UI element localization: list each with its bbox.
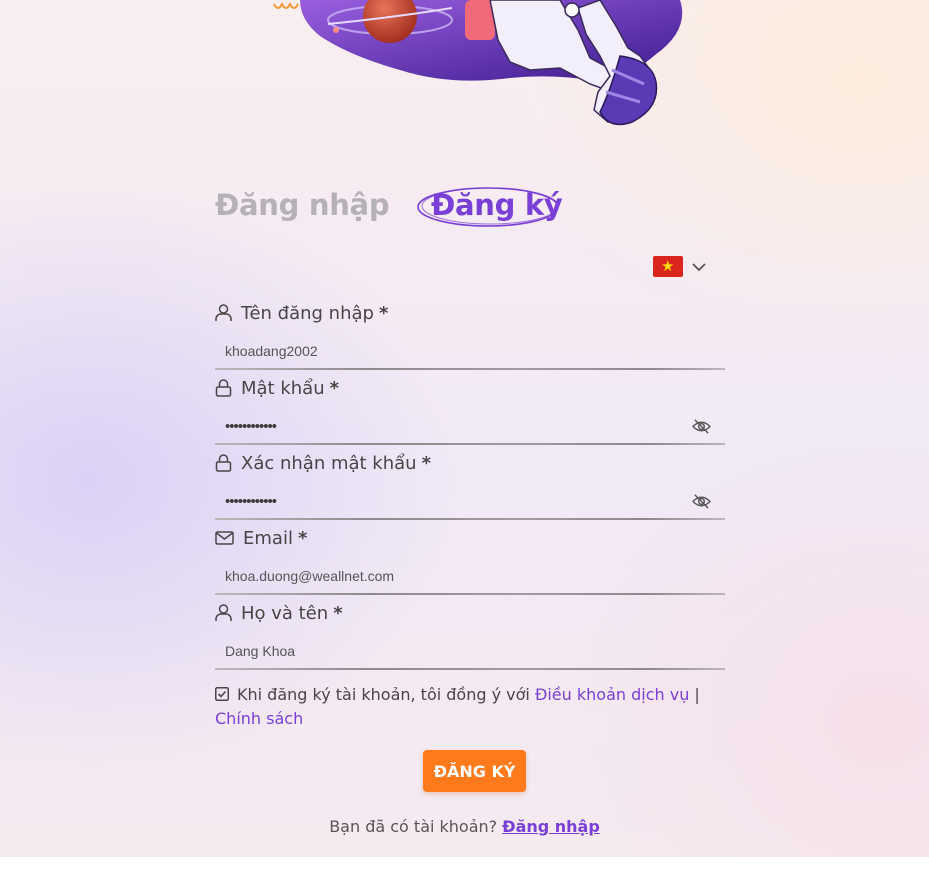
terms-separator: | — [694, 685, 700, 704]
required-marker: * — [329, 377, 340, 399]
input-underline — [215, 593, 725, 595]
fullname-value: Dang Khoa — [225, 643, 296, 659]
login-link[interactable]: Đăng nhập — [502, 817, 600, 836]
policy-link[interactable]: Chính sách — [215, 709, 303, 728]
vietnam-flag-icon: ★ — [653, 256, 683, 277]
password-label: Mật khẩu — [241, 377, 325, 399]
user-icon — [215, 304, 232, 321]
input-underline — [215, 368, 725, 370]
login-prompt-text: Bạn đã có tài khoản? — [329, 817, 498, 836]
required-marker: * — [333, 602, 343, 624]
language-selector[interactable]: ★ — [653, 256, 707, 277]
username-field-group: Tên đăng nhập * khoadang2002 — [215, 300, 725, 370]
astronaut-illustration — [273, 0, 683, 126]
user-icon — [215, 604, 232, 621]
fullname-label: Họ và tên — [241, 602, 329, 624]
username-value: khoadang2002 — [225, 343, 318, 359]
password-field-group: Mật khẩu * •••••••••••• — [215, 375, 725, 445]
tab-register[interactable]: Đăng ký — [431, 188, 563, 222]
terms-of-service-link[interactable]: Điều khoản dịch vụ — [535, 685, 689, 704]
input-underline — [215, 668, 725, 670]
username-input[interactable]: khoadang2002 — [215, 332, 725, 370]
lock-icon — [215, 379, 232, 397]
terms-text: Khi đăng ký tài khoản, tôi đồng ý với — [237, 685, 530, 704]
confirm-password-value: •••••••••••• — [225, 492, 277, 510]
register-button[interactable]: ĐĂNG KÝ — [423, 750, 526, 792]
confirm-password-label: Xác nhận mật khẩu — [241, 452, 417, 474]
required-marker: * — [297, 527, 308, 549]
fullname-field-group: Họ và tên * Dang Khoa — [215, 600, 725, 670]
confirm-password-input[interactable]: •••••••••••• — [215, 482, 725, 520]
confirm-password-field-group: Xác nhận mật khẩu * •••••••••••• — [215, 450, 725, 520]
tab-login[interactable]: Đăng nhập — [215, 188, 390, 222]
fullname-input[interactable]: Dang Khoa — [215, 632, 725, 670]
email-input[interactable]: khoa.duong@weallnet.com — [215, 557, 725, 595]
required-marker: * — [378, 302, 389, 324]
login-prompt: Bạn đã có tài khoản? Đăng nhập — [0, 817, 929, 836]
lock-icon — [215, 454, 232, 472]
email-value: khoa.duong@weallnet.com — [225, 568, 395, 584]
username-label: Tên đăng nhập — [241, 302, 374, 324]
eye-off-icon[interactable] — [692, 493, 711, 510]
input-underline — [215, 443, 725, 445]
checkbox-checked-icon[interactable] — [215, 687, 229, 701]
password-value: •••••••••••• — [225, 417, 277, 435]
eye-off-icon[interactable] — [692, 418, 711, 435]
input-underline — [215, 518, 725, 520]
required-marker: * — [421, 452, 431, 474]
password-input[interactable]: •••••••••••• — [215, 407, 725, 445]
mail-icon — [215, 531, 234, 545]
email-field-group: Email * khoa.duong@weallnet.com — [215, 525, 725, 595]
chevron-down-icon — [692, 262, 706, 271]
email-label: Email — [243, 527, 293, 549]
terms-agreement: Khi đăng ký tài khoản, tôi đồng ý với Đi… — [215, 683, 725, 731]
